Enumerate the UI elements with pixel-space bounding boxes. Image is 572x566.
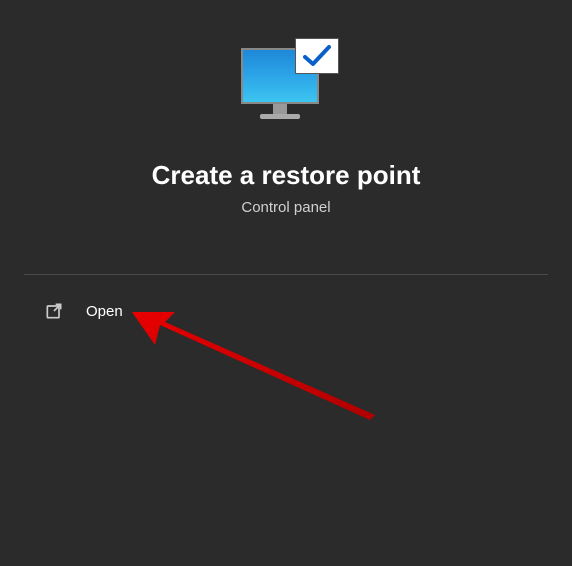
search-result-header: Create a restore point Control panel	[0, 0, 572, 246]
result-title: Create a restore point	[152, 160, 421, 191]
external-link-icon	[44, 301, 64, 321]
open-label: Open	[86, 303, 123, 320]
open-action[interactable]: Open	[0, 275, 572, 347]
app-icon-container	[241, 38, 331, 128]
checkmark-overlay-icon	[295, 38, 339, 74]
result-source: Control panel	[241, 199, 330, 216]
